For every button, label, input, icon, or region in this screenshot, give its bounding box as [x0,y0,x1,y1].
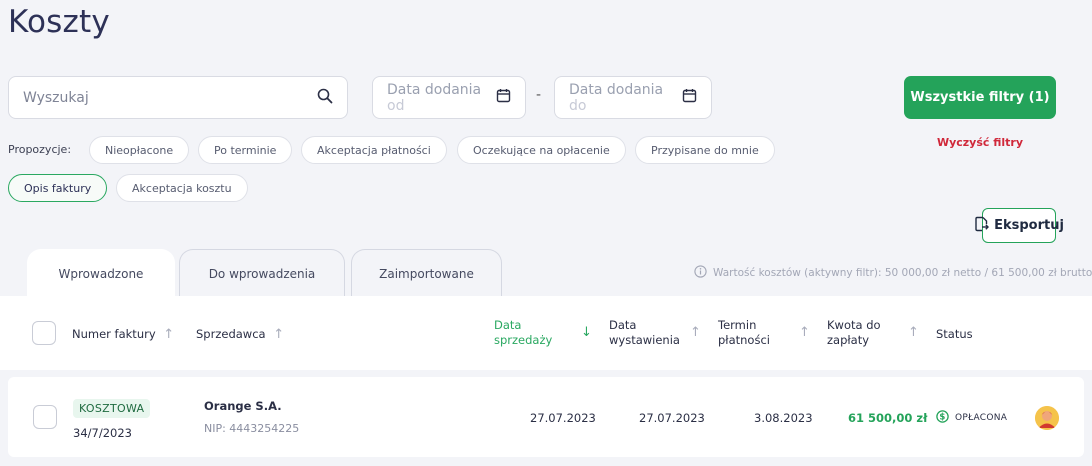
invoice-number[interactable]: 34/7/2023 [73,426,132,440]
svg-text:$: $ [939,413,945,423]
sort-arrow-up-icon[interactable]: ↑ [799,325,810,340]
chip-cost-approval[interactable]: Akceptacja kosztu [116,174,248,202]
col-seller[interactable]: Sprzedawca ↑ [196,327,284,342]
cost-type-badge: KOSZTOWA [73,397,151,418]
select-all-checkbox[interactable] [32,321,56,345]
col-invoice-number-label: Numer faktury [72,327,156,341]
export-label: Eksportuj [994,218,1064,233]
date-range-separator: - [536,87,542,103]
col-amount-line2: zapłaty [827,333,870,347]
due-date: 3.08.2023 [754,411,813,425]
summary-info-text: Wartość kosztów (aktywny filtr): 50 000,… [713,267,1092,279]
table-header: Numer faktury ↑ Sprzedawca ↑ Data sprzed… [0,296,1092,370]
date-from-placeholder-tail: od [387,97,405,114]
calendar-icon[interactable] [496,88,511,107]
calendar-icon[interactable] [682,88,697,107]
avatar[interactable] [1035,406,1059,430]
col-status: Status [936,327,973,341]
chip-invoice-description[interactable]: Opis faktury [8,174,108,202]
file-export-icon [974,216,990,236]
search-icon[interactable] [317,88,333,108]
search-input[interactable]: Wyszukaj [8,76,348,119]
date-to-placeholder-main: Data dodania [569,81,664,98]
suggestions-label: Propozycje: [8,143,72,156]
sort-arrow-up-icon: ↑ [163,327,175,342]
col-sale-date[interactable]: Data sprzedaży [494,318,552,348]
sort-arrow-up-icon[interactable]: ↑ [908,325,919,340]
seller-name: Orange S.A. [204,399,282,413]
sort-arrow-up-icon[interactable]: ↑ [690,325,701,340]
amount-due: 61 500,00 zł [848,411,928,425]
dollar-circle-icon: $ [936,410,949,426]
col-sale-date-line1: Data [494,318,522,332]
search-placeholder: Wyszukaj [23,89,89,106]
sort-arrow-up-icon: ↑ [273,327,285,342]
col-invoice-number[interactable]: Numer faktury ↑ [72,327,174,342]
chip-awaiting-payment[interactable]: Oczekujące na opłacenie [457,136,626,164]
col-due-date[interactable]: Termin płatności [718,318,770,348]
col-due-date-line2: płatności [718,333,770,347]
date-from-field[interactable]: Data dodania od [372,76,526,119]
col-due-date-line1: Termin [718,318,757,332]
date-from-placeholder: Data dodania od [387,82,496,114]
table-row[interactable]: KOSZTOWA 34/7/2023 Orange S.A. NIP: 4443… [8,377,1084,457]
all-filters-button[interactable]: Wszystkie filtry (1) [904,76,1056,119]
summary-info: Wartość kosztów (aktywny filtr): 50 000,… [694,265,1092,281]
cost-type-label: KOSZTOWA [73,399,151,418]
tab-to-enter[interactable]: Do wprowadzenia [179,249,345,297]
chip-overdue[interactable]: Po terminie [198,136,293,164]
col-issue-date[interactable]: Data wystawienia [609,318,680,348]
tab-entered[interactable]: Wprowadzone [27,249,175,297]
date-to-placeholder: Data dodania do [569,82,682,114]
sort-arrow-down-icon[interactable]: ↓ [581,325,592,340]
col-issue-date-line1: Data [609,318,637,332]
info-icon [694,265,707,281]
clear-filters-link[interactable]: Wyczyść filtry [904,136,1056,149]
sale-date: 27.07.2023 [530,411,596,425]
col-sale-date-line2: sprzedaży [494,333,553,347]
issue-date: 27.07.2023 [639,411,705,425]
seller-nip: NIP: 4443254225 [204,422,300,435]
col-seller-label: Sprzedawca [196,327,266,341]
export-button[interactable]: Eksportuj [975,208,1064,243]
status-label: OPŁACONA [955,413,1008,423]
tab-imported[interactable]: Zaimportowane [351,249,502,297]
col-amount-line1: Kwota do [827,318,881,332]
chip-assigned-to-me[interactable]: Przypisane do mnie [635,136,775,164]
page-title: Koszty [8,4,110,40]
chip-payment-approval[interactable]: Akceptacja płatności [301,136,447,164]
col-amount[interactable]: Kwota do zapłaty [827,318,881,348]
col-issue-date-line2: wystawienia [609,333,680,347]
date-to-placeholder-tail: do [569,97,587,114]
row-checkbox[interactable] [33,405,57,429]
date-from-placeholder-main: Data dodania [387,81,482,98]
date-to-field[interactable]: Data dodania do [554,76,712,119]
chip-unpaid[interactable]: Nieopłacone [89,136,190,164]
status-badge: $ OPŁACONA [936,410,1007,426]
